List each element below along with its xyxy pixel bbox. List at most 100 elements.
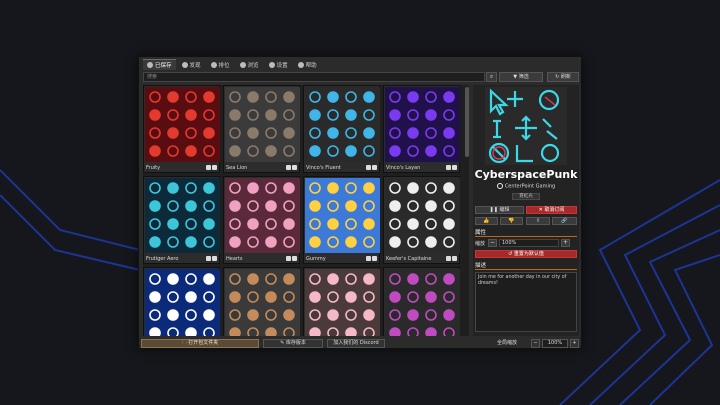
size-value-field[interactable]: 100%	[499, 239, 559, 247]
tab-help[interactable]: 帮助	[294, 59, 321, 70]
cursor-pack-card[interactable]	[303, 267, 380, 336]
reset-default-button[interactable]: ↺ 重置为默认值	[475, 250, 577, 258]
cursor-set-icons	[389, 273, 455, 336]
cursor-pack-card[interactable]	[383, 267, 460, 336]
tab-browse[interactable]: 浏览	[236, 59, 263, 70]
cursor-pack-card[interactable]: Vinco's Layan	[383, 85, 460, 173]
open-folder-label: 打开包文件夹	[188, 340, 219, 346]
pack-thumbnail	[145, 87, 220, 162]
grid-scrollbar[interactable]	[465, 85, 469, 336]
size-decrease-button[interactable]: −	[488, 239, 497, 247]
cursor-set-icons	[309, 273, 375, 336]
share-button[interactable]: ⇪	[526, 217, 550, 225]
tab-label: 浏览	[247, 62, 259, 69]
properties-divider	[475, 236, 577, 237]
trophy-icon	[212, 256, 217, 261]
cursor-pack-card[interactable]: Gummy	[303, 176, 380, 264]
cursor-pack-card[interactable]: Fruity	[143, 85, 220, 173]
filter-label: 筛选	[518, 74, 529, 80]
size-row: 缩放 − 100% +	[475, 239, 577, 247]
author-avatar-icon	[496, 183, 503, 189]
help-icon	[297, 61, 304, 68]
windows-icon	[286, 256, 291, 261]
pack-thumbnail	[225, 178, 300, 253]
pack-preview	[485, 87, 567, 165]
tab-label: 帮助	[305, 62, 317, 69]
global-scale-label: 全局缩放	[497, 340, 518, 346]
author-name: CenterPoint Gaming	[504, 183, 556, 190]
filter-button[interactable]: ▼ 筛选	[499, 72, 543, 82]
trophy-icon	[452, 256, 457, 261]
pack-name: Vinco's Layan	[386, 165, 421, 171]
cursor-pack-card[interactable]: Vinco's Fluent	[303, 85, 380, 173]
pack-title: CyberspacePunk	[474, 168, 578, 181]
globe-icon	[210, 61, 217, 68]
size-value: 100%	[502, 240, 517, 246]
stock-version-button[interactable]: ✎ 库存版本	[263, 339, 323, 348]
unsubscribe-button[interactable]: ✕ 取消订阅	[526, 206, 577, 214]
pack-name: Frutiger Aero	[146, 256, 179, 262]
pack-thumbnail	[305, 178, 380, 253]
global-scale-increase-button[interactable]: +	[570, 339, 579, 348]
gear-icon	[268, 61, 275, 68]
discord-button[interactable]: 加入我们的 Discord	[327, 339, 385, 348]
pack-name: Sea Lion	[226, 165, 248, 171]
link-button[interactable]: 🔗	[552, 217, 577, 225]
unsubscribe-label: 取消订阅	[544, 207, 565, 213]
pack-badges	[286, 165, 297, 170]
windows-icon	[366, 256, 371, 261]
windows-icon	[446, 165, 451, 170]
pack-author[interactable]: CenterPoint Gaming	[473, 183, 579, 190]
size-increase-button[interactable]: +	[561, 239, 570, 247]
pack-thumbnail	[385, 87, 460, 162]
tab-label: 已保存	[155, 63, 172, 69]
edit-button[interactable]: ❚❚ 编辑	[475, 206, 524, 214]
cursor-pack-card[interactable]: Keefer's Capitaine	[383, 176, 460, 264]
tab-ranking[interactable]: 排位	[207, 59, 234, 70]
cursor-set-icons	[229, 182, 295, 248]
cursor-pack-card[interactable]: Hearts	[223, 176, 300, 264]
cursor-set-icons	[229, 91, 295, 157]
pack-badges	[366, 256, 377, 261]
pack-name: Gummy	[306, 256, 326, 262]
pack-badges	[366, 165, 377, 170]
cursor-set-icons	[389, 182, 455, 248]
save-icon	[147, 62, 153, 68]
cursor-pack-card[interactable]: Sea Lion	[223, 85, 300, 173]
trophy-icon	[292, 256, 297, 261]
scroll-thumb[interactable]	[465, 87, 469, 157]
link-icon: 🔗	[561, 218, 568, 224]
search-input[interactable]: 搜索	[143, 72, 485, 82]
trophy-icon	[372, 256, 377, 261]
global-scale-decrease-button[interactable]: −	[531, 339, 540, 348]
pause-icon: ❚❚	[489, 207, 500, 213]
refresh-button[interactable]: ↻ 刷新	[547, 72, 579, 82]
like-button[interactable]: 👍	[475, 217, 498, 225]
cursor-set-icons	[229, 273, 295, 336]
pack-thumbnail	[385, 269, 460, 336]
pack-name: Keefer's Capitaine	[386, 256, 432, 262]
description-text: Join me for another day in our city of d…	[475, 272, 577, 332]
search-icon: ⌕	[489, 73, 494, 80]
open-folder-button[interactable]: 🗀 打开包文件夹	[141, 339, 259, 348]
thumb-up-icon: 👍	[483, 218, 490, 224]
pack-thumbnail	[145, 178, 220, 253]
edit-label: 编辑	[499, 207, 510, 213]
refresh-label: 刷新	[560, 74, 571, 80]
tab-saved[interactable]: 已保存	[143, 59, 176, 70]
global-scale-field[interactable]: 100%	[542, 339, 568, 348]
pack-thumbnail	[225, 87, 300, 162]
pack-name: Vinco's Fluent	[306, 165, 341, 171]
pack-thumbnail	[225, 269, 300, 336]
share-icon: ⇪	[535, 218, 541, 224]
dislike-button[interactable]: 👎	[500, 217, 523, 225]
search-button[interactable]: ⌕	[486, 72, 497, 82]
tab-discover[interactable]: 发现	[178, 59, 205, 70]
cursor-pack-card[interactable]	[143, 267, 220, 336]
pack-thumbnail	[385, 178, 460, 253]
tab-settings[interactable]: 设置	[265, 59, 292, 70]
stock-version-label: 库存版本	[285, 340, 306, 346]
cursor-pack-card[interactable]: Frutiger Aero	[143, 176, 220, 264]
cursor-set-icons	[149, 91, 215, 157]
cursor-pack-card[interactable]	[223, 267, 300, 336]
